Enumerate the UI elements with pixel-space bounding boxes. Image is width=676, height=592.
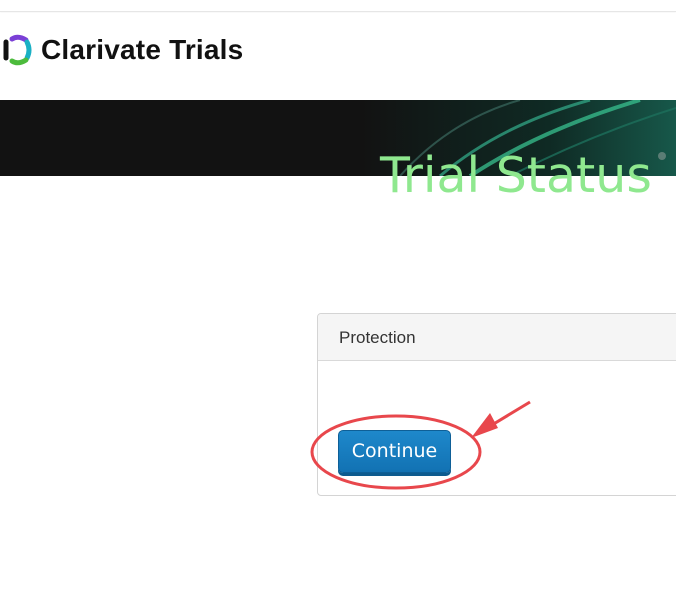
brand-name[interactable]: Clarivate Trials (41, 33, 243, 67)
top-border (0, 0, 676, 12)
page-title: Trial Status (380, 147, 652, 204)
clarivate-logo-icon[interactable] (0, 32, 36, 68)
site-header: Clarivate Trials (0, 13, 676, 100)
panel-heading: Protection (318, 314, 676, 361)
continue-button[interactable]: Continue (338, 430, 451, 473)
